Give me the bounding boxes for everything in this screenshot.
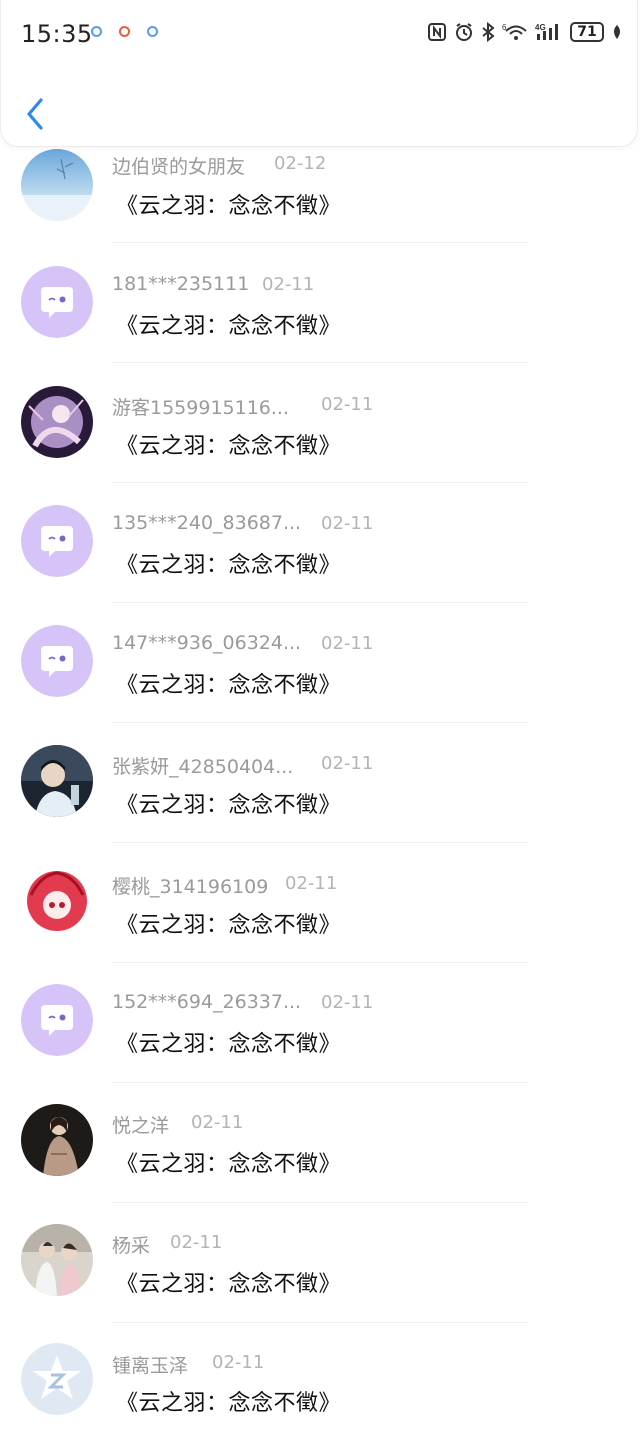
user-name[interactable]: 152***694_26337... — [112, 991, 301, 1013]
comment-date: 02-11 — [321, 992, 374, 1013]
list-item[interactable]: 悦之洋 02-11 《云之羽：念念不徵》 — [0, 1085, 640, 1204]
list-item[interactable]: 147***936_06324... 02-11 《云之羽：念念不徵》 — [0, 605, 640, 724]
comment-text: 《云之羽：念念不徵》 — [116, 1272, 342, 1297]
list-item[interactable]: 杨采 02-11 《云之羽：念念不徵》 — [0, 1205, 640, 1324]
system-icons: 6 4G 71 — [427, 22, 623, 42]
signal-icon: 4G — [535, 23, 558, 40]
app-notification-icon — [147, 26, 158, 37]
comment-date: 02-11 — [321, 513, 374, 534]
avatar[interactable] — [21, 1343, 93, 1415]
comment-date: 02-12 — [274, 153, 327, 174]
comment-date: 02-11 — [191, 1112, 244, 1133]
list-item[interactable]: 135***240_83687... 02-11 《云之羽：念念不徵》 — [0, 485, 640, 604]
leaf-icon — [614, 25, 620, 39]
chevron-left-icon[interactable] — [23, 96, 49, 132]
comment-text: 《云之羽：念念不徵》 — [116, 673, 342, 698]
bluetooth-icon — [482, 22, 495, 42]
status-time: 15:35 — [21, 20, 93, 48]
comment-date: 02-11 — [321, 394, 374, 415]
comment-date: 02-11 — [262, 274, 315, 295]
avatar[interactable] — [21, 865, 93, 937]
comment-text: 《云之羽：念念不徵》 — [116, 1152, 342, 1177]
comment-text: 《云之羽：念念不徵》 — [116, 1032, 342, 1057]
comment-date: 02-11 — [321, 633, 374, 654]
divider — [112, 482, 528, 483]
comment-text: 《云之羽：念念不徵》 — [116, 793, 342, 818]
list-item[interactable]: 张紫妍_42850404... 02-11 《云之羽：念念不徵》 — [0, 725, 640, 844]
divider — [112, 242, 528, 243]
comment-text: 《云之羽：念念不徵》 — [116, 314, 342, 339]
list-item[interactable]: 锺离玉泽 02-11 《云之羽：念念不徵》 — [0, 1325, 640, 1444]
network-type: 4G — [535, 23, 546, 32]
nfc-icon — [428, 23, 446, 41]
list-item[interactable]: 樱桃_314196109 02-11 《云之羽：念念不徵》 — [0, 845, 640, 964]
divider — [112, 842, 528, 843]
avatar[interactable] — [21, 149, 93, 221]
comment-text: 《云之羽：念念不徵》 — [116, 434, 342, 459]
user-name[interactable]: 边伯贤的女朋友 — [112, 152, 245, 179]
avatar[interactable] — [21, 625, 93, 697]
divider — [112, 1202, 528, 1203]
divider — [112, 1082, 528, 1083]
user-name[interactable]: 181***235111 — [112, 273, 249, 295]
divider — [112, 1322, 528, 1323]
user-name[interactable]: 张紫妍_42850404... — [112, 752, 293, 779]
comment-date: 02-11 — [212, 1352, 265, 1373]
divider — [112, 602, 528, 603]
comment-text: 《云之羽：念念不徵》 — [116, 1391, 342, 1416]
divider — [112, 962, 528, 963]
avatar[interactable] — [21, 386, 93, 458]
avatar[interactable] — [21, 1104, 93, 1176]
avatar[interactable] — [21, 505, 93, 577]
avatar[interactable] — [21, 984, 93, 1056]
comment-date: 02-11 — [170, 1232, 223, 1253]
battery-icon: 71 — [570, 22, 604, 42]
divider — [112, 362, 528, 363]
top-header: 15:35 6 4G 71 — [0, 0, 638, 147]
comment-text: 《云之羽：念念不徵》 — [116, 194, 342, 219]
comment-text: 《云之羽：念念不徵》 — [116, 913, 342, 938]
avatar[interactable] — [21, 266, 93, 338]
user-name[interactable]: 樱桃_314196109 — [112, 872, 268, 899]
notification-icons — [91, 26, 158, 37]
avatar[interactable] — [21, 745, 93, 817]
user-name[interactable]: 悦之洋 — [112, 1111, 169, 1138]
list-item[interactable]: 152***694_26337... 02-11 《云之羽：念念不徵》 — [0, 965, 640, 1084]
divider — [112, 722, 528, 723]
user-name[interactable]: 游客1559915116... — [112, 393, 289, 420]
avatar[interactable] — [21, 1224, 93, 1296]
alarm-icon — [456, 23, 472, 41]
app-notification-icon — [91, 26, 102, 37]
comment-text: 《云之羽：念念不徵》 — [116, 553, 342, 578]
list-item[interactable]: 181***235111 02-11 《云之羽：念念不徵》 — [0, 245, 640, 364]
user-name[interactable]: 147***936_06324... — [112, 632, 301, 654]
status-bar: 15:35 6 4G 71 — [1, 0, 640, 70]
comment-date: 02-11 — [321, 753, 374, 774]
user-name[interactable]: 锺离玉泽 — [112, 1351, 188, 1378]
list-item[interactable]: 游客1559915116... 02-11 《云之羽：念念不徵》 — [0, 365, 640, 484]
app-notification-icon — [119, 26, 130, 37]
wifi-icon: 6 — [502, 23, 527, 40]
user-name[interactable]: 杨采 — [112, 1231, 150, 1258]
user-name[interactable]: 135***240_83687... — [112, 512, 301, 534]
comment-date: 02-11 — [285, 873, 338, 894]
